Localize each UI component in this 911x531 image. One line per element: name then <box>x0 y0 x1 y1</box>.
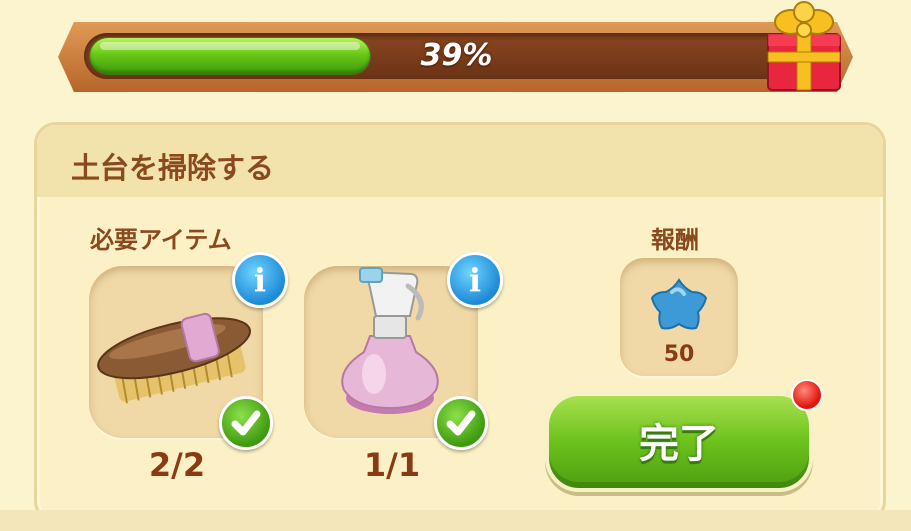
notification-dot <box>791 379 823 411</box>
item-count-brush: 2/2 <box>148 446 206 484</box>
bottom-strip <box>0 510 911 531</box>
item-info-button-spray-bottle[interactable]: i <box>447 252 503 308</box>
reward-value: 50 <box>663 342 695 367</box>
progress-percent: 39% <box>420 38 493 73</box>
check-icon <box>434 396 488 450</box>
task-title: 土台を掃除する <box>71 151 275 185</box>
complete-button[interactable]: 完了 <box>545 392 813 492</box>
reward-label: 報酬 <box>651 226 699 254</box>
check-icon <box>219 396 273 450</box>
item-count-spray-bottle: 1/1 <box>363 446 421 484</box>
item-info-button-brush[interactable]: i <box>232 252 288 308</box>
gift-box-icon[interactable] <box>764 0 844 92</box>
required-items-label: 必要アイテム <box>90 226 232 254</box>
